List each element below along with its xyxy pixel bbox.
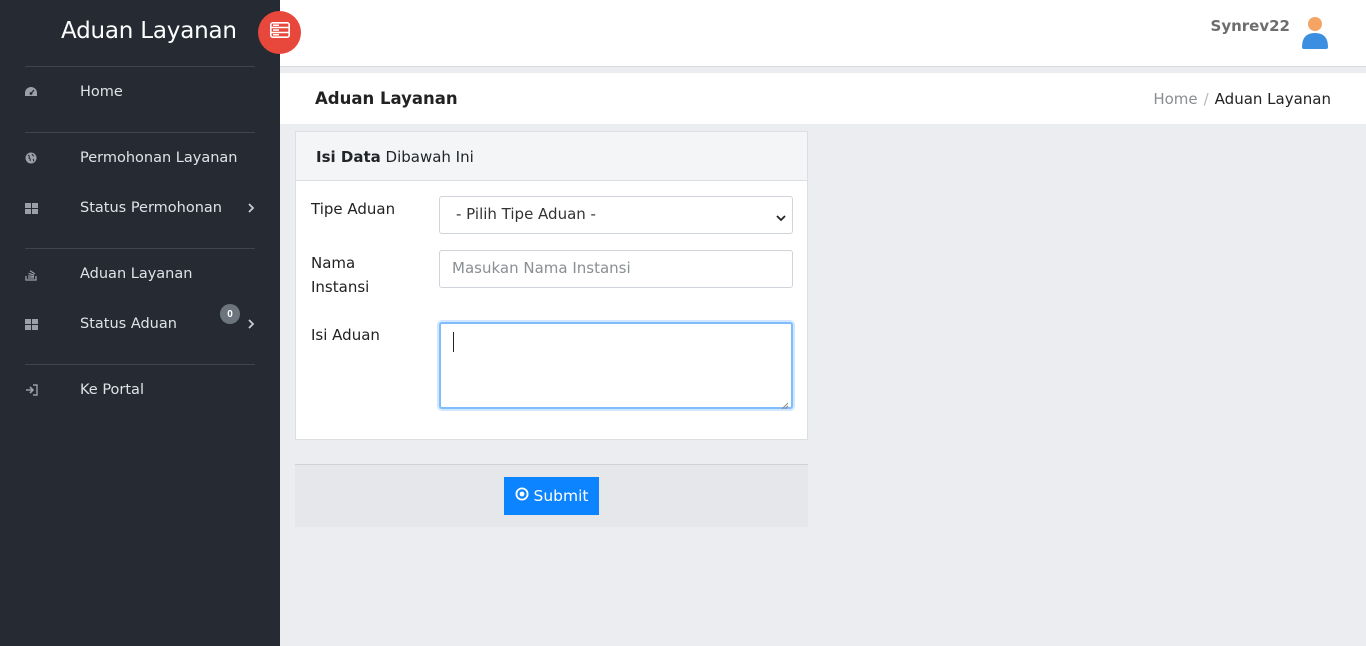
sidebar-divider	[25, 132, 255, 133]
username[interactable]: Synrev22	[1211, 17, 1290, 35]
sidebar-item-aduan-layanan[interactable]: Aduan Layanan	[0, 259, 280, 289]
dot-circle-icon	[515, 487, 529, 505]
sidebar-item-label: Status Permohonan	[80, 200, 222, 216]
resize-handle-icon[interactable]	[781, 397, 789, 410]
select-value: - Pilih Tipe Aduan -	[456, 205, 596, 223]
user-avatar-icon[interactable]	[1300, 14, 1330, 50]
breadcrumb: Home / Aduan Layanan	[1153, 90, 1331, 108]
isi-aduan-label: Isi Aduan	[311, 326, 380, 344]
sidebar-item-label: Status Aduan	[80, 316, 177, 332]
isi-aduan-textarea[interactable]	[439, 322, 793, 410]
sidebar-item-label: Aduan Layanan	[80, 266, 193, 282]
breadcrumb-home-link[interactable]: Home	[1153, 90, 1197, 108]
form-footer: Submit	[295, 464, 808, 527]
sidebar-item-status-permohonan[interactable]: Status Permohonan	[0, 193, 280, 223]
input-placeholder: Masukan Nama Instansi	[452, 259, 631, 277]
sidebar-item-label: Home	[80, 84, 123, 100]
brand-title: Aduan Layanan	[61, 18, 237, 44]
sidebar-divider	[25, 364, 255, 365]
card-header: Isi Data Dibawah Ini	[296, 132, 807, 181]
dashboard-icon	[24, 85, 38, 99]
sidebar-item-permohonan-layanan[interactable]: Permohonan Layanan	[0, 143, 280, 173]
submit-button[interactable]: Submit	[504, 477, 599, 515]
nama-instansi-input[interactable]: Masukan Nama Instansi	[439, 250, 793, 288]
sidebar-divider	[25, 66, 255, 67]
page-header: Aduan Layanan Home / Aduan Layanan	[280, 73, 1366, 124]
stack-overflow-icon	[24, 267, 38, 281]
sidebar-item-label: Ke Portal	[80, 382, 144, 398]
card-header-text: Dibawah Ini	[380, 148, 474, 166]
status-badge: 0	[220, 304, 240, 324]
menu-icon	[269, 22, 290, 43]
card-header-bold: Isi Data	[316, 148, 381, 166]
tipe-aduan-select[interactable]: - Pilih Tipe Aduan -	[439, 196, 793, 234]
submit-label: Submit	[533, 487, 589, 505]
nama-instansi-label-line2: Instansi	[311, 278, 370, 296]
text-caret	[453, 332, 454, 352]
complaint-form-card: Isi Data Dibawah Ini Tipe Aduan - Pilih …	[295, 131, 808, 440]
grid-icon	[24, 317, 38, 331]
chevron-down-icon	[776, 209, 786, 222]
breadcrumb-current: Aduan Layanan	[1214, 90, 1331, 108]
sidebar-toggle-button[interactable]	[258, 11, 301, 54]
grid-icon	[24, 201, 38, 215]
nama-instansi-label-line1: Nama	[311, 254, 356, 272]
sidebar-item-home[interactable]: Home	[0, 77, 280, 107]
breadcrumb-separator: /	[1203, 90, 1209, 108]
chevron-right-icon	[246, 201, 256, 215]
tipe-aduan-label: Tipe Aduan	[311, 200, 396, 218]
sidebar: Aduan Layanan Home Permohonan Layanan St…	[0, 0, 280, 646]
page-title: Aduan Layanan	[315, 89, 458, 108]
sign-in-icon	[24, 383, 38, 397]
sidebar-item-label: Permohonan Layanan	[80, 150, 238, 166]
brand: Aduan Layanan	[0, 0, 280, 66]
chevron-right-icon	[246, 317, 256, 331]
sidebar-divider	[25, 248, 255, 249]
sidebar-item-ke-portal[interactable]: Ke Portal	[0, 375, 280, 405]
globe-icon	[24, 151, 38, 165]
top-navbar: Synrev22	[280, 0, 1366, 67]
sidebar-item-status-aduan[interactable]: Status Aduan 0	[0, 304, 280, 339]
